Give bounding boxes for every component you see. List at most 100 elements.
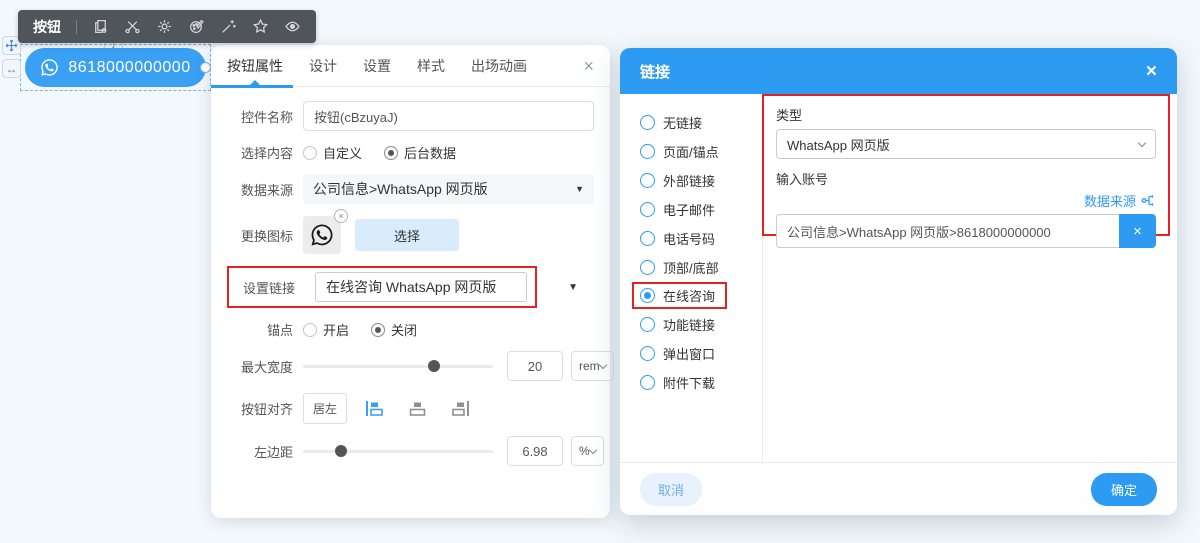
radio-circle-selected-icon <box>371 323 385 337</box>
max-width-slider-knob[interactable] <box>428 360 440 372</box>
set-link-select[interactable]: 在线咨询 WhatsApp 网页版 <box>315 272 527 302</box>
align-left-icon[interactable] <box>365 400 388 417</box>
tab-design[interactable]: 设计 <box>309 45 337 87</box>
link-option-external[interactable]: 外部链接 <box>640 170 762 190</box>
content-choice-row: 选择内容 自定义 后台数据 <box>227 143 594 162</box>
max-width-unit-select[interactable]: rem <box>571 351 614 381</box>
radio-anchor-on-label: 开启 <box>323 320 349 339</box>
link-option-online-consult[interactable]: 在线咨询 <box>632 282 727 309</box>
change-icon-row: 更换图标 × 选择 <box>227 216 594 254</box>
tab-entrance-animation[interactable]: 出场动画 <box>471 45 527 87</box>
link-option-label: 功能链接 <box>663 315 715 334</box>
data-source-link[interactable]: 数据来源 <box>776 191 1156 210</box>
radio-custom[interactable]: 自定义 <box>303 143 362 162</box>
button-properties-panel: 按钮属性 设计 设置 样式 出场动画 × 控件名称 选择内容 自定义 <box>211 45 610 518</box>
choose-icon-button[interactable]: 选择 <box>355 219 459 251</box>
link-option-phone[interactable]: 电话号码 <box>640 228 762 248</box>
element-toolbar: 按钮 <box>18 10 316 43</box>
align-right-icon[interactable] <box>447 400 470 417</box>
account-input[interactable] <box>776 214 1119 248</box>
max-width-row: 最大宽度 rem <box>227 351 594 381</box>
align-center-icon[interactable] <box>406 400 429 417</box>
tab-button-properties[interactable]: 按钮属性 <box>227 45 283 87</box>
chevron-down-icon <box>1138 138 1146 146</box>
link-dialog-title: 链接 <box>640 61 670 82</box>
copy-icon[interactable] <box>92 18 109 35</box>
link-option-top-bottom[interactable]: 顶部/底部 <box>640 257 762 277</box>
radio-circle-icon <box>640 375 655 390</box>
radio-circle-selected-icon <box>640 288 655 303</box>
clear-account-button[interactable]: × <box>1119 214 1156 248</box>
data-source-row: 数据来源 公司信息>WhatsApp 网页版 ▼ <box>227 174 594 204</box>
link-option-label: 无链接 <box>663 113 702 132</box>
radio-circle-icon <box>640 231 655 246</box>
caret-down-icon[interactable]: ▼ <box>568 282 594 293</box>
link-option-page-anchor[interactable]: 页面/锚点 <box>640 141 762 161</box>
link-option-label: 弹出窗口 <box>663 344 715 363</box>
radio-backend-data[interactable]: 后台数据 <box>384 143 456 162</box>
gear-icon[interactable] <box>156 18 173 35</box>
link-option-label: 顶部/底部 <box>663 258 719 277</box>
link-option-attachment[interactable]: 附件下载 <box>640 372 762 392</box>
anchor-row: 锚点 开启 关闭 <box>227 320 594 339</box>
dialog-close-icon[interactable]: × <box>1146 62 1157 81</box>
left-margin-unit-select[interactable]: % <box>571 436 604 466</box>
radio-circle-icon <box>640 115 655 130</box>
editor-canvas: 按钮 8618000000000 ↔ ↓ <box>0 0 1200 543</box>
link-option-label: 在线咨询 <box>663 286 715 305</box>
link-option-email[interactable]: 电子邮件 <box>640 199 762 219</box>
control-name-input[interactable] <box>303 101 594 131</box>
content-choice-label: 选择内容 <box>227 143 293 162</box>
max-width-slider[interactable] <box>303 365 493 368</box>
toolbar-divider <box>76 20 77 34</box>
palette-icon[interactable] <box>188 18 205 35</box>
left-margin-row: 左边距 % <box>227 436 594 466</box>
radio-custom-label: 自定义 <box>323 143 362 162</box>
remove-icon-badge[interactable]: × <box>334 209 348 223</box>
cancel-button[interactable]: 取消 <box>640 473 702 506</box>
current-icon-thumbnail[interactable]: × <box>303 216 341 254</box>
link-type-list: 无链接 页面/锚点 外部链接 电子邮件 电话号码 顶部/底部 在线咨询 功能链接 <box>620 94 763 462</box>
panel-close-icon[interactable]: × <box>583 57 594 75</box>
tab-settings[interactable]: 设置 <box>363 45 391 87</box>
link-option-label: 电话号码 <box>663 229 715 248</box>
radio-circle-icon <box>303 323 317 337</box>
eye-icon[interactable] <box>284 18 301 35</box>
horizontal-resize-handle-icon[interactable]: ↔ <box>2 59 21 78</box>
account-input-group: × <box>776 214 1156 248</box>
radio-anchor-on[interactable]: 开启 <box>303 320 349 339</box>
data-source-link-label: 数据来源 <box>1084 191 1136 210</box>
whatsapp-button[interactable]: 8618000000000 <box>25 48 206 87</box>
link-option-label: 电子邮件 <box>663 200 715 219</box>
whatsapp-button-label: 8618000000000 <box>68 59 190 77</box>
dialog-footer: 取消 确定 <box>620 462 1177 515</box>
radio-backend-data-label: 后台数据 <box>404 143 456 162</box>
resize-dot-handle[interactable] <box>200 62 211 73</box>
anchor-label: 锚点 <box>227 320 293 339</box>
radio-circle-icon <box>640 202 655 217</box>
radio-anchor-off[interactable]: 关闭 <box>371 320 417 339</box>
data-source-select[interactable]: 公司信息>WhatsApp 网页版 ▼ <box>303 174 594 204</box>
magic-wand-icon[interactable] <box>220 18 237 35</box>
tab-style[interactable]: 样式 <box>417 45 445 87</box>
max-width-input[interactable] <box>507 351 563 381</box>
link-option-function[interactable]: 功能链接 <box>640 314 762 334</box>
star-icon[interactable] <box>252 18 269 35</box>
panel-tab-bar: 按钮属性 设计 设置 样式 出场动画 × <box>211 45 610 87</box>
radio-circle-icon <box>640 260 655 275</box>
type-select[interactable]: WhatsApp 网页版 <box>776 129 1156 159</box>
account-label: 输入账号 <box>776 169 1156 188</box>
confirm-button[interactable]: 确定 <box>1091 473 1157 506</box>
left-margin-slider[interactable] <box>303 450 493 453</box>
link-option-none[interactable]: 无链接 <box>640 112 762 132</box>
whatsapp-icon <box>310 223 334 247</box>
cut-icon[interactable] <box>124 18 141 35</box>
toolbar-title: 按钮 <box>33 17 61 37</box>
button-align-row: 按钮对齐 居左 <box>227 393 594 424</box>
align-mode-button[interactable]: 居左 <box>303 393 347 424</box>
type-label: 类型 <box>776 105 1156 124</box>
link-option-popup[interactable]: 弹出窗口 <box>640 343 762 363</box>
max-width-label: 最大宽度 <box>227 357 293 376</box>
left-margin-input[interactable] <box>507 436 563 466</box>
left-margin-slider-knob[interactable] <box>335 445 347 457</box>
